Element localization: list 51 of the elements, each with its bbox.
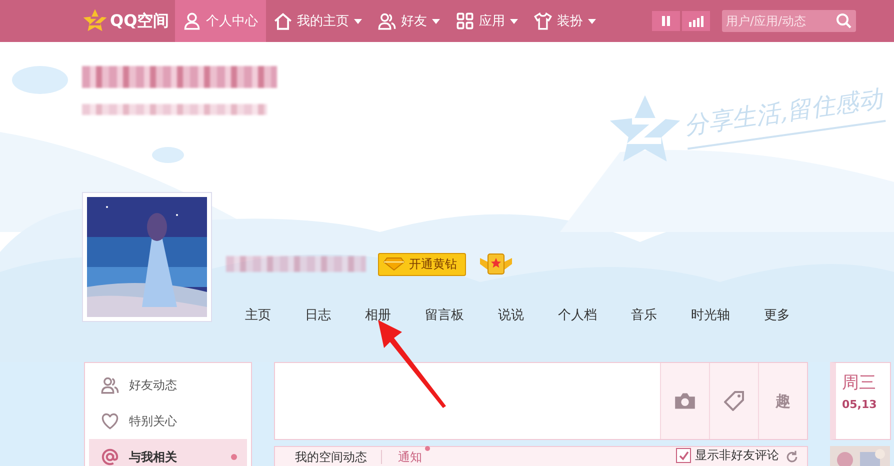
house-icon[interactable] [274, 12, 292, 30]
search-field[interactable]: 用户/应用/动态 [722, 10, 856, 32]
caret-icon[interactable] [432, 18, 440, 24]
nav-tab[interactable]: 应用 [448, 0, 526, 42]
vip-button[interactable]: 开通黄钻 [378, 252, 466, 276]
search-icon[interactable] [836, 13, 852, 29]
badge-icon[interactable] [478, 252, 514, 276]
caret-icon[interactable] [510, 18, 518, 24]
sidebar-item[interactable]: 好友动态 [89, 367, 247, 403]
profile-tab[interactable]: 留言板 [414, 306, 475, 324]
profile-tab[interactable]: 更多 [753, 306, 801, 324]
at-sign-icon [101, 448, 119, 466]
bars-icon[interactable] [688, 15, 704, 27]
profile-tab[interactable]: 时光轴 [680, 306, 741, 324]
diamond-icon [383, 257, 405, 271]
shirt-icon[interactable] [534, 12, 552, 30]
profile-tab[interactable]: 日志 [294, 306, 342, 324]
weekday-text: 周三 [842, 372, 877, 394]
grid-icon[interactable] [456, 12, 474, 30]
profile-tab[interactable]: 音乐 [620, 306, 668, 324]
profile-tab[interactable]: 主页 [234, 306, 282, 324]
feed-tab[interactable]: 通知 [398, 450, 422, 464]
checkbox[interactable] [676, 448, 691, 463]
profile-tab[interactable]: 说说 [487, 306, 535, 324]
profile-tab[interactable]: 个人档 [547, 306, 608, 324]
nav-tab[interactable]: 我的主页 [266, 0, 370, 42]
tag-icon[interactable] [724, 391, 744, 411]
profile-tab[interactable]: 相册 [354, 306, 402, 324]
notification-dot [231, 454, 237, 460]
sidebar-item[interactable]: 与我相关 [89, 439, 247, 466]
people-icon [101, 376, 119, 394]
feed-tab[interactable]: 我的空间动态 [295, 450, 367, 464]
caret-icon[interactable] [588, 18, 596, 24]
signal-button[interactable] [682, 11, 710, 31]
refresh-icon[interactable] [785, 450, 799, 464]
logo-text: QQ空间 [110, 10, 170, 32]
star-logo-icon [82, 8, 108, 34]
pause-button[interactable] [652, 11, 680, 31]
sidebar-item[interactable]: 特别关心 [89, 403, 247, 439]
option-label: 显示非好友评论 [695, 447, 779, 464]
notification-dot [425, 446, 430, 451]
pause-icon[interactable] [660, 15, 672, 27]
people-icon[interactable] [378, 12, 396, 30]
heart-icon [101, 412, 119, 430]
nav-tab[interactable]: 好友 [370, 0, 448, 42]
slogan-text: 分享生活,留住感动 [682, 82, 886, 150]
date-text: 05,13 [842, 398, 878, 411]
camera-icon[interactable] [674, 392, 696, 410]
person-icon[interactable] [183, 12, 202, 30]
caret-icon[interactable] [354, 18, 362, 24]
nav-tab[interactable]: 装扮 [526, 0, 604, 42]
